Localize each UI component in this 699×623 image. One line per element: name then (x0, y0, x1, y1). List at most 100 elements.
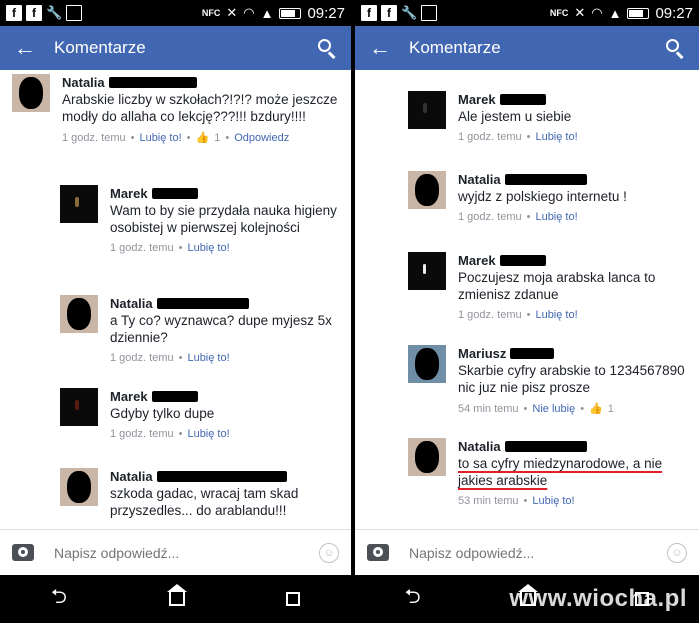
wifi-icon: ◠ (591, 5, 603, 20)
like-button[interactable]: Lubię to! (532, 495, 574, 507)
author-name[interactable]: Natalia (110, 469, 153, 484)
nav-home-icon[interactable] (166, 584, 187, 606)
like-count: 1 (607, 402, 614, 415)
redacted-surname (510, 347, 555, 359)
watermark: www.wiocha.pl (509, 585, 687, 612)
page-title: Komentarze (54, 38, 146, 57)
avatar[interactable] (60, 468, 98, 506)
emoji-icon[interactable]: ☺ (667, 542, 687, 563)
like-button[interactable]: Lubię to! (139, 132, 181, 144)
comment-text: Ale jestem u siebie (458, 109, 572, 124)
redacted-surname (156, 470, 287, 482)
avatar[interactable] (12, 74, 50, 112)
redacted-surname (151, 390, 198, 402)
nav-recent-apps-icon[interactable] (286, 592, 301, 606)
thumbs-up-icon: 👍 (195, 132, 210, 144)
left-screen: f f 🔧 NFC ✕ ◠ ▲ 09:27 ← Komentarze Natal… (0, 0, 351, 623)
comment-text: wyjdz z polskiego internetu ! (458, 189, 627, 204)
avatar[interactable] (408, 345, 446, 383)
comment-text: Poczujesz moja arabska lanca to zmienisz… (458, 270, 656, 302)
redacted-surname (156, 297, 249, 309)
comment-time: 1 godz. temu (458, 309, 522, 321)
facebook-notification-icon: f (381, 5, 397, 21)
author-name[interactable]: Marek (110, 389, 148, 404)
clock: 09:27 (307, 4, 345, 22)
mute-icon: ✕ (226, 5, 238, 20)
like-count: 1 (214, 131, 221, 144)
nfc-icon: NFC (201, 8, 221, 18)
emoji-icon[interactable]: ☺ (319, 542, 339, 563)
status-bar: f f 🔧 NFC ✕ ◠ ▲ 09:27 (355, 0, 699, 26)
redacted-surname (504, 440, 587, 452)
facebook-notification-icon: f (26, 5, 42, 21)
redacted-surname (504, 173, 587, 185)
comment-text: Skarbie cyfry arabskie to 1234567890 nic… (458, 363, 685, 395)
nfc-icon: NFC (549, 8, 569, 18)
camera-icon[interactable] (12, 544, 34, 561)
image-icon (66, 5, 83, 21)
facebook-notification-icon: f (361, 5, 377, 21)
back-arrow-icon[interactable]: ← (369, 37, 395, 59)
reply-bar: ☺ (355, 529, 699, 575)
avatar[interactable] (60, 185, 98, 223)
author-name[interactable]: Natalia (62, 75, 105, 90)
page-title: Komentarze (409, 38, 501, 57)
author-name[interactable]: Natalia (458, 172, 501, 187)
avatar[interactable] (60, 388, 98, 426)
author-name[interactable]: Marek (458, 92, 496, 107)
like-button[interactable]: Lubię to! (187, 242, 229, 254)
comment-text: Arabskie liczby w szkołach?!?!? może jes… (62, 92, 338, 124)
comment-time: 1 godz. temu (458, 131, 522, 143)
avatar[interactable] (60, 295, 98, 333)
wrench-icon: 🔧 (46, 5, 63, 20)
comment-feed[interactable]: Marek Ale jestem u siebie 1 godz. temu •… (355, 70, 699, 529)
like-button[interactable]: Nie lubię (532, 403, 575, 415)
like-button[interactable]: Lubię to! (187, 428, 229, 440)
right-screen: f f 🔧 NFC ✕ ◠ ▲ 09:27 ← Komentarze Marek… (355, 0, 699, 623)
app-bar: ← Komentarze (0, 26, 351, 70)
comment-text: a Ty co? wyznawca? dupe myjesz 5x dzienn… (110, 313, 332, 345)
avatar[interactable] (408, 91, 446, 129)
like-button[interactable]: Lubię to! (535, 309, 577, 321)
comment-time: 54 min temu (458, 402, 519, 415)
reply-input[interactable] (54, 544, 319, 561)
author-name[interactable]: Natalia (458, 439, 501, 454)
reply-bar: ☺ (0, 529, 351, 575)
redacted-surname (499, 93, 546, 105)
search-icon[interactable] (665, 38, 685, 59)
clock: 09:27 (655, 4, 693, 22)
like-button[interactable]: Lubię to! (187, 352, 229, 364)
comment-text: to sa cyfry miedzynarodowe, a nie jakies… (458, 456, 663, 488)
comment-text: Wam to by sie przydała nauka higieny oso… (110, 203, 337, 235)
back-arrow-icon[interactable]: ← (14, 37, 40, 59)
comment-time: 1 godz. temu (110, 242, 174, 254)
comment-time: 1 godz. temu (458, 211, 522, 223)
wifi-icon: ◠ (243, 5, 255, 20)
reply-button[interactable]: Odpowiedz (234, 132, 289, 144)
signal-icon: ▲ (608, 5, 622, 21)
image-icon (421, 5, 438, 21)
like-button[interactable]: Lubię to! (535, 131, 577, 143)
redacted-surname (151, 187, 198, 199)
avatar[interactable] (408, 438, 446, 476)
like-button[interactable]: Lubię to! (535, 211, 577, 223)
author-name[interactable]: Mariusz (458, 346, 506, 361)
avatar[interactable] (408, 171, 446, 209)
comment-time: 53 min temu (458, 495, 519, 507)
author-name[interactable]: Natalia (110, 296, 153, 311)
facebook-notification-icon: f (6, 5, 22, 21)
status-bar: f f 🔧 NFC ✕ ◠ ▲ 09:27 (0, 0, 351, 26)
comment-feed[interactable]: Natalia Arabskie liczby w szkołach?!?!? … (0, 70, 351, 529)
battery-icon (627, 7, 650, 19)
nav-back-icon[interactable]: ⮌ (405, 582, 421, 616)
nav-back-icon[interactable]: ⮌ (51, 582, 67, 616)
avatar[interactable] (408, 252, 446, 290)
app-bar: ← Komentarze (355, 26, 699, 70)
comment-time: 1 godz. temu (110, 428, 174, 440)
author-name[interactable]: Marek (458, 253, 496, 268)
reply-input[interactable] (409, 544, 667, 561)
author-name[interactable]: Marek (110, 186, 148, 201)
wrench-icon: 🔧 (401, 5, 418, 20)
camera-icon[interactable] (367, 544, 389, 561)
search-icon[interactable] (317, 38, 337, 59)
